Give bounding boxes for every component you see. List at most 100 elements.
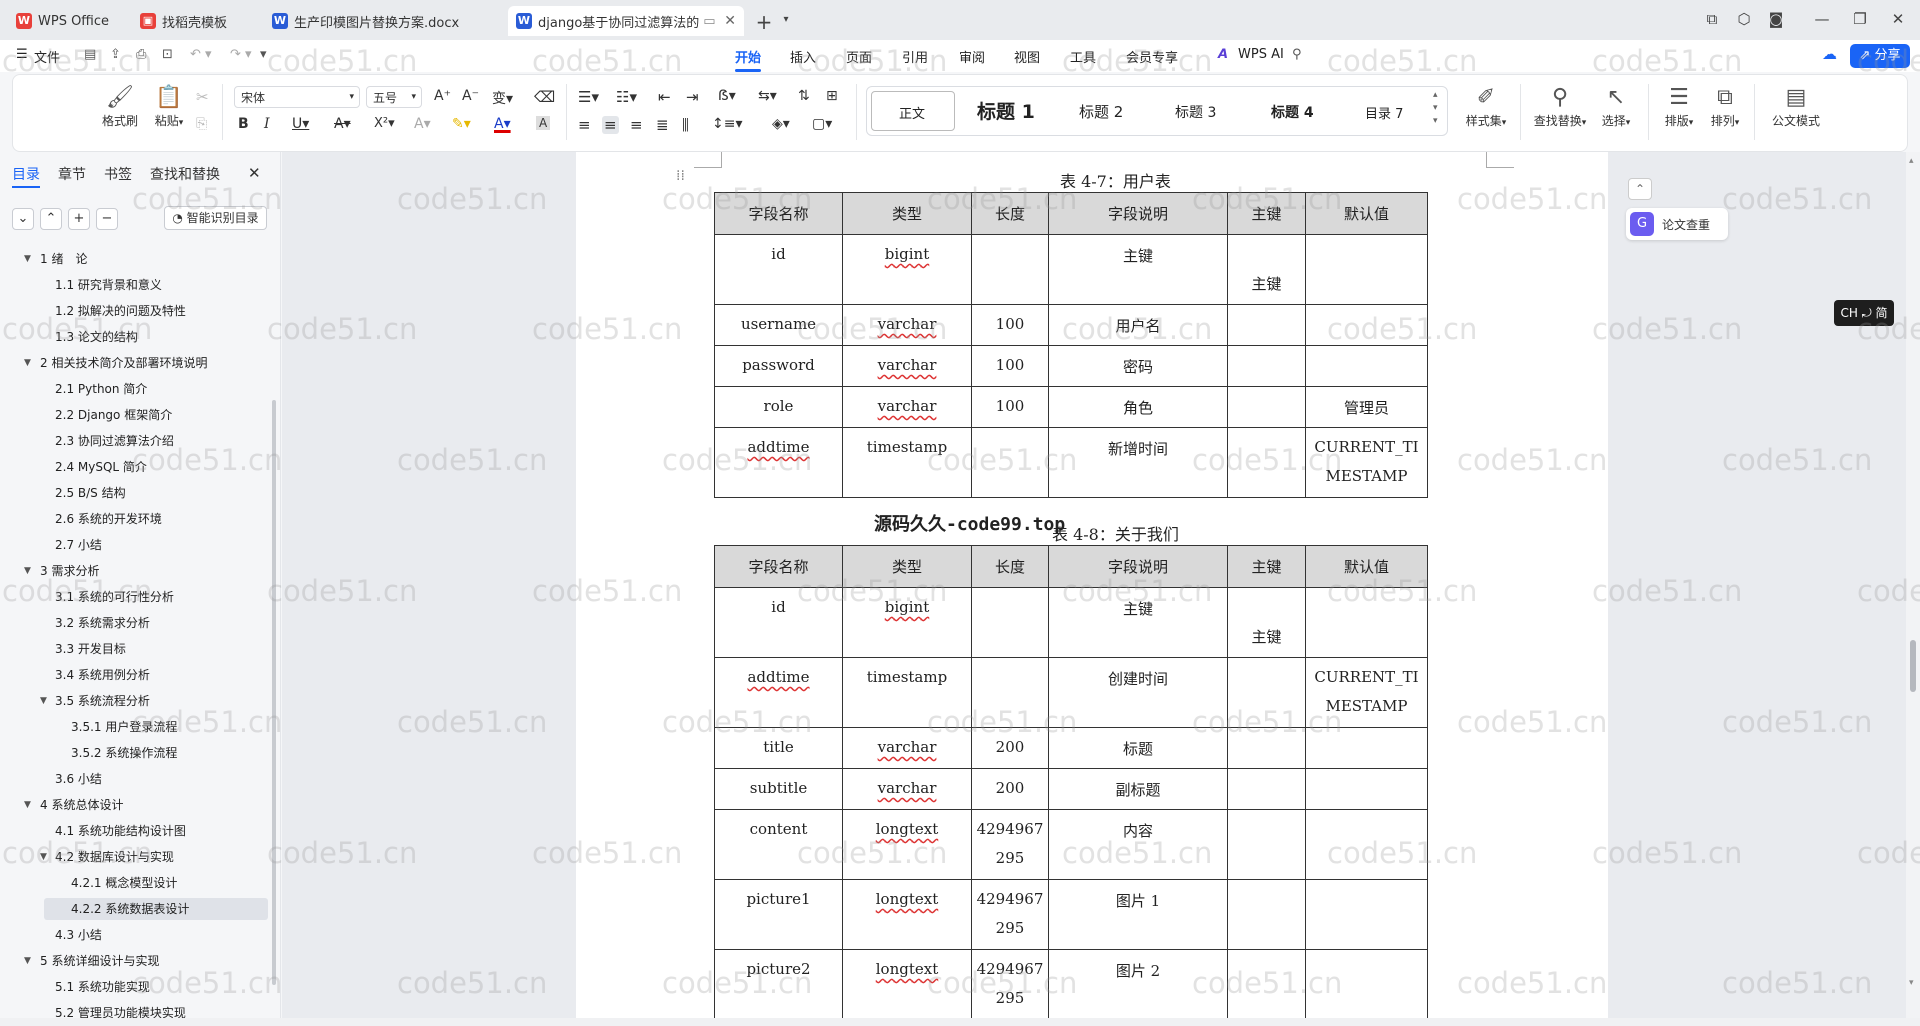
style-scroll-icon[interactable]: ▴ ▾ ▾: [1433, 89, 1438, 128]
menu-item-home[interactable]: 开始: [735, 47, 762, 72]
toc-item[interactable]: 2.6 系统的开发环境: [55, 508, 162, 530]
style-toc-7[interactable]: 目录 7: [1365, 103, 1403, 122]
font-color-icon[interactable]: A▾: [494, 116, 511, 132]
toc-item[interactable]: 3.5.1 用户登录流程: [71, 716, 177, 738]
restore-icon[interactable]: ❐: [1850, 10, 1870, 28]
expand-arrow-icon[interactable]: ▼: [40, 852, 47, 862]
toc-item[interactable]: 3.2 系统需求分析: [55, 612, 150, 634]
justify-icon[interactable]: ≣: [656, 116, 669, 134]
menu-item-view[interactable]: 视图: [1014, 47, 1040, 66]
new-tab-icon[interactable]: +: [754, 10, 774, 34]
toc-item[interactable]: 3.5 系统流程分析: [55, 690, 150, 712]
collapse-panel-icon[interactable]: ⌃: [1628, 178, 1652, 200]
bold-icon[interactable]: B: [238, 116, 249, 132]
menu-item-tools[interactable]: 工具: [1070, 47, 1096, 66]
increase-indent-icon[interactable]: ⇥: [686, 88, 699, 106]
toc-item[interactable]: 2 相关技术简介及部署环境说明: [40, 352, 207, 374]
find-replace-button[interactable]: ⚲ 查找替换▾: [1530, 84, 1590, 129]
tab-template[interactable]: ▣ 找稻壳模板: [132, 6, 256, 36]
toc-item[interactable]: 3.3 开发目标: [55, 638, 126, 660]
avatar[interactable]: ◙: [1766, 10, 1786, 28]
tab-toc[interactable]: 目录: [12, 164, 40, 188]
format-painter-button[interactable]: 🖌 格式刷: [98, 84, 142, 129]
chevron-down-icon[interactable]: ▾: [776, 14, 796, 25]
strikethrough-icon[interactable]: A▾: [334, 116, 351, 132]
sidebar-scrollbar[interactable]: [272, 400, 276, 985]
copy-icon[interactable]: ⎘: [196, 116, 207, 132]
save-icon[interactable]: ▤: [84, 47, 96, 62]
sort-icon[interactable]: ⇅: [798, 88, 810, 104]
toc-item[interactable]: 2.5 B/S 结构: [55, 482, 126, 504]
menu-file[interactable]: 文件: [34, 47, 60, 66]
window-layout-icon[interactable]: ⧉: [1702, 10, 1722, 28]
print-preview-icon[interactable]: ⊡: [162, 47, 173, 62]
hamburger-icon[interactable]: ☰: [16, 47, 28, 62]
distribute-icon[interactable]: ⫼: [682, 116, 689, 134]
menu-item-vip[interactable]: 会员专享: [1126, 47, 1178, 66]
style-heading-1[interactable]: 标题 1: [977, 97, 1035, 124]
scroll-thumb[interactable]: [1910, 640, 1916, 692]
more-chevron-icon[interactable]: ▾: [260, 47, 267, 62]
tab-wps-office[interactable]: W WPS Office: [8, 6, 120, 36]
print-icon[interactable]: ⎙: [136, 47, 146, 62]
tab-bookmarks[interactable]: 书签: [104, 164, 132, 184]
share-button[interactable]: ⇗ 分享: [1850, 44, 1910, 68]
style-heading-2[interactable]: 标题 2: [1079, 101, 1123, 122]
redo-icon[interactable]: ↷ ▾: [230, 47, 252, 62]
clear-format-icon[interactable]: ⌫: [534, 88, 555, 106]
toc-item[interactable]: 3.5.2 系统操作流程: [71, 742, 177, 764]
menu-item-reference[interactable]: 引用: [902, 47, 928, 66]
scroll-down-icon[interactable]: ▾: [1909, 978, 1914, 988]
line-break-icon[interactable]: ⇆▾: [758, 88, 777, 104]
toc-item[interactable]: 5.1 系统功能实现: [55, 976, 150, 998]
ime-indicator[interactable]: CH ⤾ 简: [1834, 300, 1894, 326]
highlight-icon[interactable]: ✎▾: [452, 116, 471, 132]
remove-icon[interactable]: −: [96, 208, 118, 230]
toc-item[interactable]: 4.2.2 系统数据表设计: [71, 898, 189, 920]
table-grid-icon[interactable]: ⊞: [826, 88, 838, 104]
align-right-icon[interactable]: ≡: [630, 116, 643, 134]
smart-toc-button[interactable]: ◔ 智能识别目录: [164, 206, 267, 230]
grow-font-icon[interactable]: A⁺: [434, 88, 451, 104]
toc-item[interactable]: 3.1 系统的可行性分析: [55, 586, 174, 608]
expand-icon[interactable]: ⌃: [40, 208, 62, 230]
toc-item[interactable]: 2.3 协同过滤算法介绍: [55, 430, 174, 452]
tab-doc-active[interactable]: W django基于协同过滤算法的 ▭ ✕: [508, 6, 744, 36]
toc-item[interactable]: 3 需求分析: [40, 560, 99, 582]
style-normal[interactable]: 正文: [899, 103, 925, 122]
add-icon[interactable]: +: [68, 208, 90, 230]
toc-item[interactable]: 3.6 小结: [55, 768, 102, 790]
layout-button[interactable]: ☰ 排版▾: [1658, 84, 1700, 129]
shrink-font-icon[interactable]: A⁻: [462, 88, 479, 104]
toc-item[interactable]: 1 绪 论: [40, 248, 87, 270]
italic-icon[interactable]: I: [264, 116, 270, 132]
expand-arrow-icon[interactable]: ▼: [24, 800, 31, 810]
underline-icon[interactable]: U▾: [292, 116, 309, 132]
expand-arrow-icon[interactable]: ▼: [24, 566, 31, 576]
numbering-icon[interactable]: ☷▾: [616, 88, 637, 106]
expand-arrow-icon[interactable]: ▼: [24, 956, 31, 966]
char-shading-icon[interactable]: A: [536, 116, 551, 130]
toc-item[interactable]: 2.7 小结: [55, 534, 102, 556]
arrange-button[interactable]: ⧉ 排列▾: [1704, 84, 1746, 129]
align-center-icon[interactable]: ≡: [602, 116, 619, 134]
font-size-select[interactable]: 五号 ▾: [366, 86, 422, 108]
style-set-button[interactable]: ✐ 样式集▾: [1460, 84, 1512, 129]
style-heading-3[interactable]: 标题 3: [1175, 102, 1216, 122]
toc-item[interactable]: 4.3 小结: [55, 924, 102, 946]
toc-item[interactable]: 3.4 系统用例分析: [55, 664, 150, 686]
tab-chapters[interactable]: 章节: [58, 164, 86, 184]
decrease-indent-icon[interactable]: ⇤: [658, 88, 671, 106]
cube-icon[interactable]: ⬡: [1734, 10, 1754, 28]
align-left-icon[interactable]: ≡: [578, 116, 591, 134]
tab-find-replace[interactable]: 查找和替换: [150, 164, 220, 184]
close-icon[interactable]: ✕: [718, 13, 736, 29]
collapse-icon[interactable]: ⌄: [12, 208, 34, 230]
toc-item[interactable]: 4 系统总体设计: [40, 794, 123, 816]
paste-button[interactable]: 📋 粘贴▾: [146, 84, 192, 129]
text-direction-icon[interactable]: ẞ▾: [718, 88, 736, 104]
text-effect-icon[interactable]: A▾: [414, 116, 431, 132]
window-close-icon[interactable]: ✕: [1888, 10, 1908, 28]
line-spacing-icon[interactable]: ↕≡▾: [712, 116, 743, 132]
search-icon[interactable]: ⚲: [1292, 47, 1302, 62]
